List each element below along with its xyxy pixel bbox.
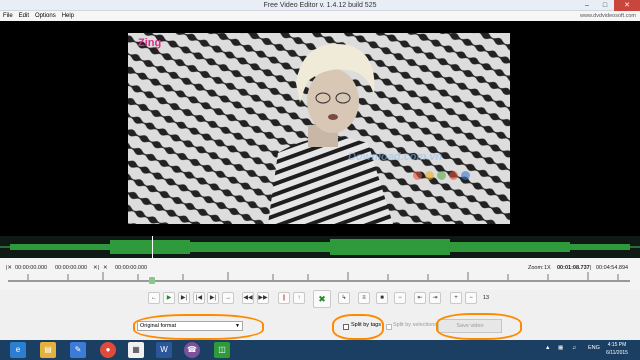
tray-arrow-icon[interactable]: ▲ [545,345,550,351]
split-by-selections-label[interactable]: Split by selections [393,322,437,328]
start-marker-icon[interactable]: |✕ [6,265,12,271]
close-button[interactable]: ✕ [614,0,640,11]
system-clock[interactable]: 4:15 PM 6/11/2015 [602,341,632,357]
play-selection-icon[interactable]: ▶| [178,292,190,304]
chart-app-icon[interactable]: ▦ [128,342,144,358]
clock-date: 6/11/2015 [606,350,628,356]
current-time: 00:01:08.737 [557,265,590,271]
skip-forward-icon[interactable]: ▶▶ [257,292,269,304]
delete-icon[interactable]: ■ [376,292,388,304]
viber-icon[interactable]: ☎ [184,342,200,358]
waveform-graphic [0,236,640,258]
network-icon[interactable]: ▦ [558,345,563,351]
split-icon[interactable]: ≡ [358,292,370,304]
marker-a-icon[interactable]: || [278,292,290,304]
taskbar [0,340,640,360]
save-annotation [436,313,522,340]
window-title: Free Video Editor v. 1.4.12 build 525 [263,2,377,9]
title-bar: Free Video Editor v. 1.4.12 build 525 – … [0,0,640,11]
time-separator: | [590,265,592,271]
window-controls: – □ ✕ [578,0,640,11]
timeline-scrubber[interactable] [8,280,630,282]
clear-icon[interactable]: − [394,292,406,304]
zoom-value: 1X [544,265,551,271]
selection-end-time: 00:00:00.000 [115,265,148,271]
rewind-icon[interactable]: ⇤ [414,292,426,304]
selection-marker-icon[interactable]: ✕| [93,265,99,271]
selection-end-marker-icon[interactable]: ✕ [103,265,108,271]
video-frame[interactable]: Zing Download.com.vn [128,33,510,224]
timeline-ticks [27,272,619,280]
notepad-icon[interactable]: ✎ [70,342,86,358]
volume-icon[interactable]: ♫ [572,345,576,351]
total-time: 00:04:54.894 [596,265,629,271]
zoom-out-icon[interactable]: − [465,292,477,304]
prev-frame-icon[interactable]: ← [148,292,160,304]
split-by-selections-checkbox[interactable] [386,324,392,330]
cut-icon[interactable]: ✖ [313,290,331,308]
next-frame-icon[interactable]: → [222,292,234,304]
go-start-icon[interactable]: |◀ [193,292,205,304]
menu-help[interactable]: Help [62,13,74,19]
explorer-icon[interactable]: ▤ [40,342,56,358]
trim-icon[interactable]: ↳ [338,292,350,304]
selection-start-time: 00:00:00.000 [55,265,88,271]
app-window: Free Video Editor v. 1.4.12 build 525 – … [0,0,640,360]
zoom-in-icon[interactable]: + [450,292,462,304]
language-indicator[interactable]: ENG [588,345,600,351]
watermark-dots [413,171,470,180]
ie-icon[interactable]: e [10,342,26,358]
format-annotation [133,314,264,340]
maximize-button[interactable]: □ [596,0,614,11]
marker-b-icon[interactable]: ↑ [293,292,305,304]
play-icon[interactable]: ▶ [163,292,175,304]
chrome-icon[interactable]: ● [100,342,116,358]
menu-options[interactable]: Options [35,13,56,19]
split-annotation [332,314,384,340]
clock-time: 4:15 PM [607,342,627,348]
output-options-bar [0,311,640,340]
zoom-number: 13 [483,295,490,301]
menu-bar: File Edit Options Help [0,11,640,21]
video-preview-area: Zing Download.com.vn [0,21,640,236]
audio-waveform[interactable] [0,236,640,258]
website-link[interactable]: www.dvdvideosoft.com [580,11,636,21]
menu-edit[interactable]: Edit [19,13,29,19]
video-frame-image [128,33,510,224]
watermark-text: Download.com.vn [348,151,443,163]
word-icon[interactable]: W [156,342,172,358]
channel-logo: Zing [138,37,162,49]
menu-file[interactable]: File [3,13,13,19]
skip-back-icon[interactable]: ◀◀ [242,292,254,304]
start-time: 00:00:00.000 [15,265,48,271]
zoom-label: Zoom: [528,265,544,271]
minimize-button[interactable]: – [578,0,596,11]
playhead-handle[interactable] [149,277,155,284]
forward-icon[interactable]: ⇥ [429,292,441,304]
video-editor-icon[interactable]: ◫ [214,342,230,358]
go-marker-icon[interactable]: ▶| [207,292,219,304]
